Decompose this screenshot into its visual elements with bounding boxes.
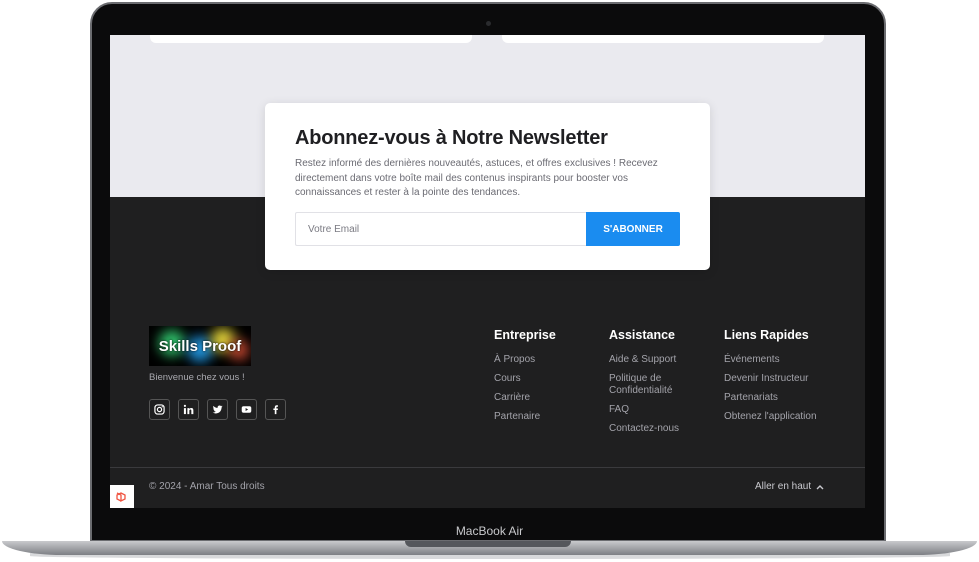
youtube-link[interactable] <box>236 399 257 420</box>
model-label: MacBook Air <box>455 524 524 538</box>
back-to-top-label: Aller en haut <box>755 481 812 492</box>
newsletter-title: Abonnez-vous à Notre Newsletter <box>295 127 608 149</box>
linkedin-icon <box>183 404 194 415</box>
footer-column-assistance: Assistance Aide & Support Politique de C… <box>609 328 699 442</box>
footer-link[interactable]: Carrière <box>494 392 556 404</box>
footer-link[interactable]: Obtenez l'application <box>724 411 817 423</box>
footer-link[interactable]: Partenariats <box>724 392 817 404</box>
facebook-icon <box>273 405 278 415</box>
footer-column-entreprise: Entreprise À Propos Cours Carrière Parte… <box>494 328 556 430</box>
twitter-link[interactable] <box>207 399 228 420</box>
laptop-mockup: Abonnez-vous à Notre Newsletter Restez i… <box>0 0 979 562</box>
footer-link[interactable]: À Propos <box>494 354 556 366</box>
logo-text: Skills Proof <box>158 337 242 355</box>
card-stub <box>150 35 472 43</box>
footer-link[interactable]: Cours <box>494 373 556 385</box>
laptop-notch <box>405 541 571 547</box>
footer-link[interactable]: FAQ <box>609 404 699 416</box>
footer-link[interactable]: Événements <box>724 354 817 366</box>
newsletter-form: S'ABONNER <box>295 212 680 246</box>
footer-link[interactable]: Partenaire <box>494 411 556 423</box>
footer-column-liens-rapides: Liens Rapides Événements Devenir Instruc… <box>724 328 817 430</box>
card-stub <box>502 35 824 43</box>
footer-link[interactable]: Aide & Support <box>609 354 699 366</box>
footer-link[interactable]: Politique de Confidentialité <box>609 373 699 397</box>
footer-link[interactable]: Contactez-nous <box>609 423 699 435</box>
back-to-top-link[interactable]: Aller en haut <box>755 481 824 492</box>
screen: Abonnez-vous à Notre Newsletter Restez i… <box>110 35 865 508</box>
twitter-icon <box>212 405 223 414</box>
logo[interactable]: Skills Proof <box>149 326 251 366</box>
linkedin-link[interactable] <box>178 399 199 420</box>
social-links <box>149 399 286 420</box>
laravel-icon <box>116 491 126 502</box>
camera-dot <box>486 21 491 26</box>
youtube-icon <box>241 406 252 413</box>
chevron-up-icon <box>816 484 824 489</box>
copyright-text: © 2024 - Amar Tous droits <box>149 481 265 492</box>
footer-column-title: Assistance <box>609 328 676 342</box>
footer-column-title: Liens Rapides <box>724 328 809 342</box>
newsletter-card: Abonnez-vous à Notre Newsletter Restez i… <box>265 103 710 270</box>
facebook-link[interactable] <box>265 399 286 420</box>
laravel-badge[interactable] <box>110 485 134 508</box>
welcome-text: Bienvenue chez vous ! <box>149 372 245 383</box>
newsletter-description: Restez informé des dernières nouveautés,… <box>295 158 658 198</box>
email-input[interactable] <box>295 212 586 246</box>
footer-divider <box>110 467 865 468</box>
instagram-link[interactable] <box>149 399 170 420</box>
subscribe-button[interactable]: S'ABONNER <box>586 212 680 246</box>
footer-column-title: Entreprise <box>494 328 556 342</box>
footer-link[interactable]: Devenir Instructeur <box>724 373 817 385</box>
instagram-icon <box>154 404 165 415</box>
